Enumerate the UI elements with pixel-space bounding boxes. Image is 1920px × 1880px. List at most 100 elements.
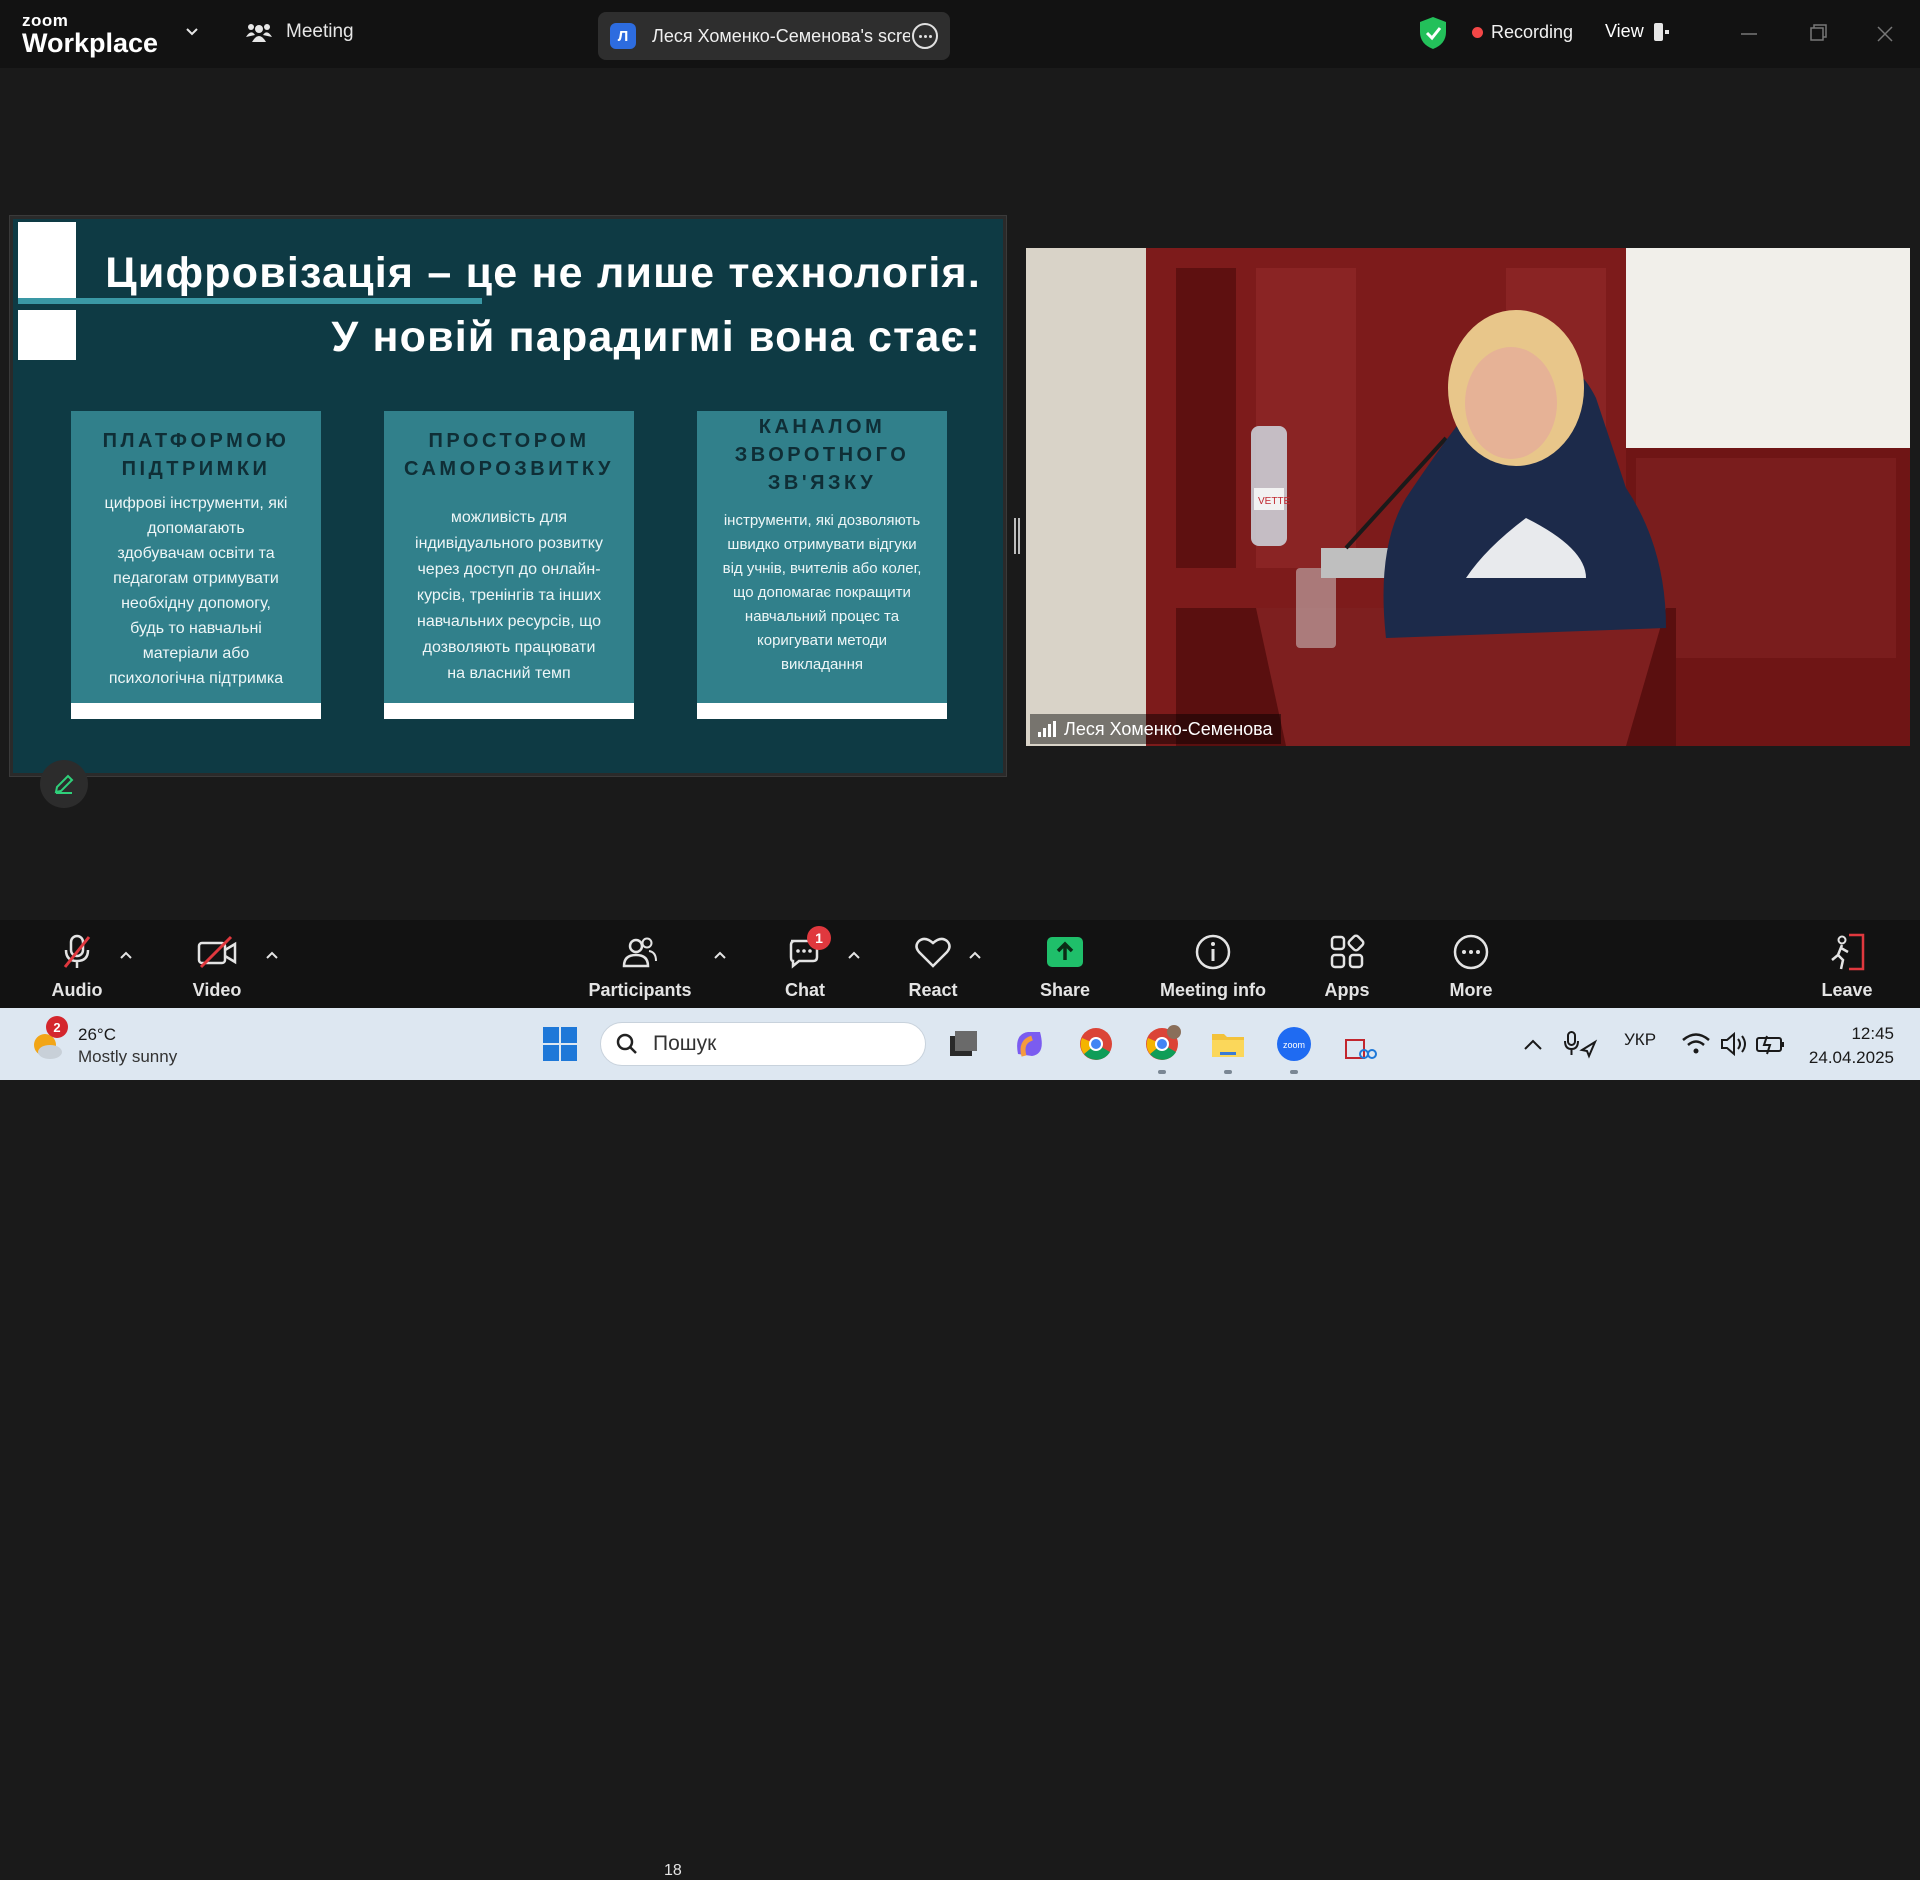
close-icon[interactable] <box>1869 18 1901 50</box>
audio-options-chevron-icon[interactable] <box>119 950 133 960</box>
volume-icon[interactable] <box>1718 1028 1750 1060</box>
leave-label: Leave <box>1821 980 1873 1000</box>
apps-button[interactable]: Apps <box>1292 932 1402 1001</box>
info-icon <box>1195 934 1231 970</box>
share-button[interactable]: Share <box>1010 932 1120 1001</box>
apps-icon <box>1330 934 1365 969</box>
card-heading: КАНАЛОМ ЗВОРОТНОГО ЗВ'ЯЗКУ <box>734 416 910 494</box>
card-bottom-bar <box>384 703 634 719</box>
chat-unread-badge: 1 <box>807 926 831 950</box>
view-button[interactable]: View <box>1605 21 1669 42</box>
meeting-icon <box>246 24 272 42</box>
sharer-avatar: Л <box>610 23 636 49</box>
leave-icon <box>1831 933 1865 971</box>
video-button[interactable]: Video <box>162 932 272 1001</box>
meeting-info-label: Meeting info <box>1160 980 1266 1000</box>
weather-sun-icon: 2 <box>28 1016 68 1062</box>
weather-description: Mostly sunny <box>78 1047 178 1066</box>
slide-decor-square <box>18 222 76 298</box>
task-view-icon[interactable] <box>944 1024 984 1064</box>
file-explorer-icon[interactable] <box>1208 1024 1248 1064</box>
more-label: More <box>1449 980 1493 1000</box>
minimize-icon[interactable] <box>1733 18 1765 50</box>
react-button[interactable]: React <box>878 932 988 1001</box>
slide-decor-square <box>18 310 76 360</box>
react-label: React <box>908 980 958 1000</box>
clock-time: 12:45 <box>1851 1024 1894 1043</box>
slide-card-support: ПЛАТФОРМОЮ ПІДТРИМКИ цифрові інструменти… <box>71 411 321 719</box>
zoom-workplace-logo[interactable]: zoom Workplace <box>22 12 158 57</box>
screen-share-indicator[interactable]: Л Леся Хоменко-Семенова's scree <box>598 12 950 60</box>
snipping-tool-icon[interactable] <box>1340 1024 1380 1064</box>
meeting-controls: Audio Video Participants 18 1 Chat React… <box>0 920 1920 1879</box>
meeting-info-button[interactable]: Meeting info <box>1160 932 1266 1001</box>
meeting-tab[interactable]: Meeting <box>246 20 354 44</box>
shared-screen: Цифровізація – це не лише технологія. У … <box>10 216 1006 776</box>
wifi-icon[interactable] <box>1680 1028 1712 1060</box>
more-icon[interactable] <box>912 23 938 49</box>
running-indicator <box>1224 1070 1232 1074</box>
video-frame: VETTE <box>1026 248 1910 746</box>
participant-video[interactable]: VETTE Леся Хоменко-Семенова <box>1026 248 1910 746</box>
keyboard-language[interactable]: УКР <box>1624 1030 1656 1050</box>
recording-dot-icon <box>1472 27 1483 38</box>
recording-label: Recording <box>1491 22 1574 42</box>
view-label: View <box>1605 21 1644 41</box>
running-indicator <box>1158 1070 1166 1074</box>
participant-nametag: Леся Хоменко-Семенова <box>1030 714 1281 744</box>
meeting-tab-label: Meeting <box>286 21 354 42</box>
share-label: Share <box>1039 980 1091 1000</box>
taskbar-search[interactable]: Пошук <box>600 1022 926 1066</box>
maximize-icon[interactable] <box>1801 18 1833 50</box>
participants-options-chevron-icon[interactable] <box>713 950 727 960</box>
card-bottom-bar <box>697 703 947 719</box>
audio-button[interactable]: Audio <box>22 932 132 1001</box>
microphone-location-icon[interactable] <box>1562 1028 1598 1060</box>
card-heading: ПЛАТФОРМОЮ ПІДТРИМКИ <box>102 430 290 480</box>
search-placeholder: Пошук <box>653 1032 717 1055</box>
zoom-app-icon[interactable]: zoom <box>1274 1024 1314 1064</box>
bottle-label: VETTE <box>1258 496 1291 507</box>
copilot-icon[interactable] <box>1010 1024 1050 1064</box>
audio-label: Audio <box>51 980 103 1000</box>
mic-off-icon <box>63 934 91 968</box>
card-heading: ПРОСТОРОМ САМОРОЗВИТКУ <box>404 430 614 480</box>
weather-badge: 2 <box>46 1016 68 1038</box>
chevron-down-icon[interactable] <box>184 24 200 40</box>
slide-card-self-development: ПРОСТОРОМ САМОРОЗВИТКУ можливість для ін… <box>384 411 634 719</box>
participants-button[interactable]: Participants <box>585 932 695 1001</box>
svg-text:zoom: zoom <box>1283 1040 1305 1050</box>
chevron-up-icon[interactable] <box>1518 1030 1548 1060</box>
clock-date: 24.04.2025 <box>1808 1048 1894 1067</box>
shield-check-icon[interactable] <box>1418 16 1448 50</box>
pen-icon <box>54 774 74 794</box>
card-bottom-bar <box>71 703 321 719</box>
video-options-chevron-icon[interactable] <box>265 950 279 960</box>
participant-name: Леся Хоменко-Семенова <box>1064 718 1273 739</box>
title-bar: zoom Workplace Meeting Л Леся Хоменко-Се… <box>0 0 1920 68</box>
battery-icon[interactable] <box>1754 1028 1788 1060</box>
card-body: можливість для індивідуального розвитку … <box>415 509 603 682</box>
participants-label: Participants <box>588 980 692 1000</box>
signal-icon <box>1038 721 1056 737</box>
leave-button[interactable]: Leave <box>1792 932 1902 1001</box>
heart-icon <box>915 937 951 968</box>
search-icon <box>616 1033 637 1054</box>
chrome-profile-icon[interactable] <box>1142 1024 1182 1064</box>
participants-count: 18 <box>664 1862 682 1879</box>
video-label: Video <box>192 980 242 1000</box>
chat-options-chevron-icon[interactable] <box>847 950 861 960</box>
recording-indicator[interactable]: Recording <box>1472 22 1573 43</box>
chrome-icon[interactable] <box>1076 1024 1116 1064</box>
more-button[interactable]: More <box>1416 932 1526 1001</box>
weather-widget[interactable]: 2 26°C Mostly sunny <box>28 1016 178 1068</box>
card-body: цифрові інструменти, які допомагають здо… <box>104 495 288 687</box>
system-clock[interactable]: 12:45 24.04.2025 <box>1809 1022 1894 1070</box>
chat-button[interactable]: 1 Chat <box>750 926 860 1001</box>
windows-taskbar: 2 26°C Mostly sunny Пошук zoom УКР 12:45… <box>0 1008 1920 1080</box>
splitter-handle[interactable] <box>1014 518 1020 554</box>
card-body: інструменти, які дозволяють швидко отрим… <box>722 512 922 673</box>
react-options-chevron-icon[interactable] <box>968 950 982 960</box>
windows-start-icon[interactable] <box>540 1024 580 1064</box>
annotate-button[interactable] <box>40 760 88 808</box>
